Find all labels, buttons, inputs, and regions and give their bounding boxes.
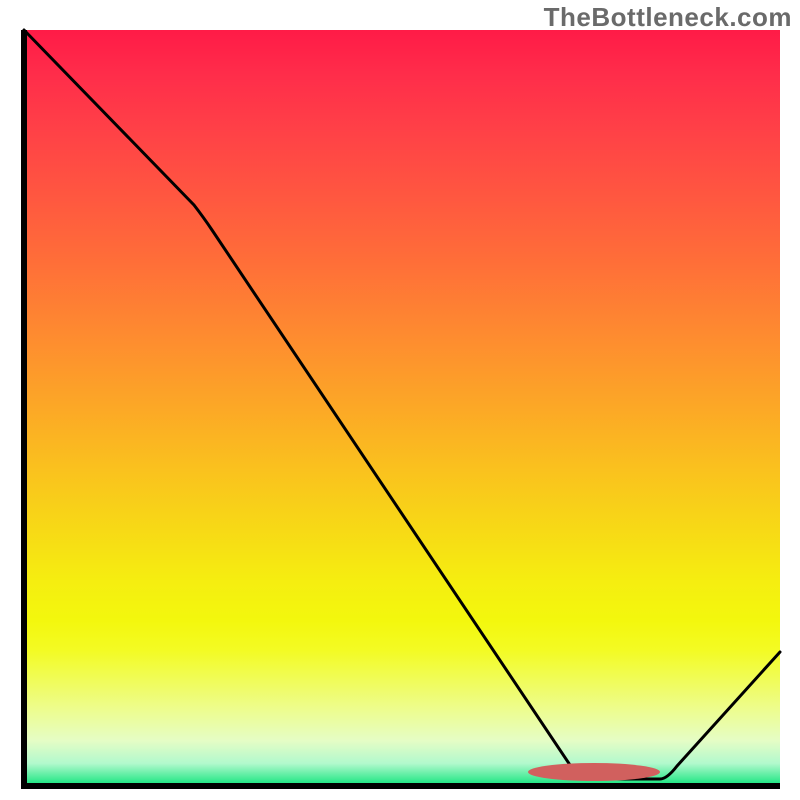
bottleneck-curve [24, 30, 780, 779]
axes [24, 30, 780, 786]
optimal-range-marker [528, 763, 660, 781]
attribution-watermark: TheBottleneck.com [544, 2, 792, 33]
chart-frame: TheBottleneck.com [0, 0, 800, 800]
plot-area [24, 30, 780, 786]
chart-overlay [24, 30, 780, 786]
